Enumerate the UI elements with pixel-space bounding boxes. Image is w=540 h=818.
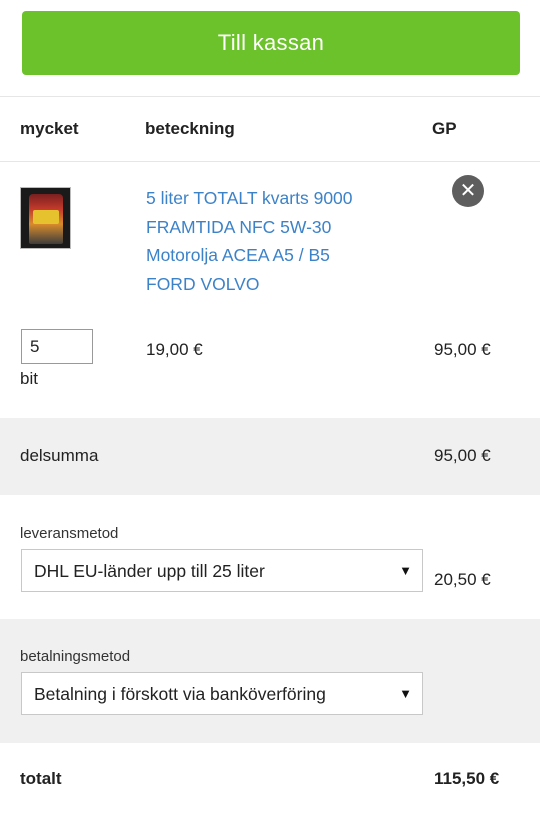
line-total: 95,00 € (434, 340, 491, 359)
shipping-price: 20,50 € (434, 570, 491, 589)
subtotal-row: delsumma 95,00 € (0, 418, 540, 495)
product-name-link[interactable]: 5 liter TOTALT kvarts 9000 FRAMTIDA NFC … (146, 184, 376, 298)
dropdown-arrow-icon: ▼ (399, 686, 412, 701)
header-total: GP (432, 119, 457, 138)
shipping-method-label: leveransmetod (20, 525, 119, 542)
shipping-method-row: leveransmetod DHL EU-länder upp till 25 … (0, 495, 540, 619)
header-description: beteckning (145, 119, 235, 138)
shipping-method-select[interactable]: DHL EU-länder upp till 25 liter ▼ (21, 549, 423, 592)
payment-method-selected: Betalning i förskott via banköverföring (34, 684, 326, 704)
payment-method-label: betalningsmetod (20, 648, 131, 665)
product-thumbnail[interactable] (20, 187, 71, 249)
quantity-unit-label: bit (20, 369, 38, 388)
bottle-label-graphic (33, 210, 59, 224)
subtotal-label: delsumma (20, 446, 99, 465)
subtotal-value: 95,00 € (434, 446, 491, 465)
checkout-button[interactable]: Till kassan (22, 11, 520, 75)
payment-method-select[interactable]: Betalning i förskott via banköverföring … (21, 672, 423, 715)
remove-item-button[interactable]: ✕ (452, 175, 484, 207)
close-circle-icon: ✕ (459, 180, 477, 202)
cart-table-header: mycket beteckning GP (0, 96, 540, 162)
payment-method-row: betalningsmetod Betalning i förskott via… (0, 619, 540, 743)
dropdown-arrow-icon: ▼ (399, 563, 412, 578)
header-quantity: mycket (20, 119, 79, 138)
total-value: 115,50 € (434, 769, 500, 788)
total-label: totalt (20, 769, 62, 788)
shipping-method-selected: DHL EU-länder upp till 25 liter (34, 561, 265, 581)
total-row: totalt 115,50 € (0, 743, 540, 818)
quantity-input[interactable] (21, 329, 93, 364)
checkout-bar: Till kassan (0, 0, 540, 96)
unit-price: 19,00 € (146, 340, 203, 359)
